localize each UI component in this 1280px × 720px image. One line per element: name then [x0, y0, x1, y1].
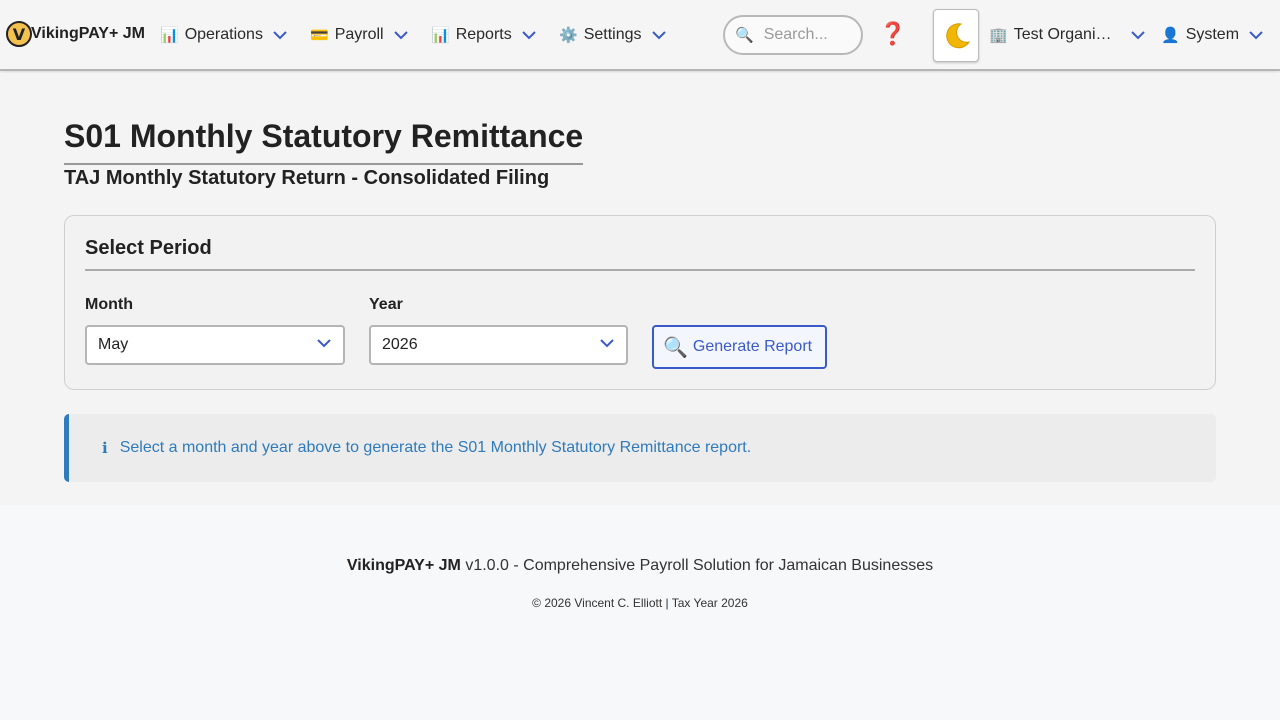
month-select-value: May: [98, 336, 129, 353]
chevron-down-icon: [1249, 30, 1263, 40]
info-alert: ℹ Select a month and year above to gener…: [64, 414, 1216, 482]
brand-name: VikingPAY+ JM: [31, 25, 145, 42]
nav-user[interactable]: 👤 System: [1161, 24, 1263, 46]
footer-tagline: v1.0.0 - Comprehensive Payroll Solution …: [465, 557, 934, 574]
search-box: 🔍: [723, 15, 863, 55]
nav-settings[interactable]: ⚙️ Settings: [559, 24, 666, 46]
select-period-card: Select Period Month May Year 2026 🔍 Gene…: [64, 215, 1216, 390]
year-label: Year: [369, 296, 403, 313]
year-select[interactable]: 2026: [369, 325, 628, 365]
chevron-down-icon: [522, 30, 536, 40]
chart-icon: 📊: [431, 26, 450, 44]
info-icon: ℹ: [102, 439, 108, 457]
footer-tagline-row: VikingPAY+ JM v1.0.0 - Comprehensive Pay…: [0, 557, 1280, 575]
page-title: S01 Monthly Statutory Remittance: [64, 118, 584, 165]
moon-icon: [946, 22, 971, 48]
chevron-down-icon: [651, 30, 666, 40]
nav-reports[interactable]: 📊 Reports: [431, 24, 536, 46]
nav-operations-label: Operations: [184, 26, 263, 43]
credit-card-icon: 💳: [310, 26, 329, 44]
chevron-down-icon: [273, 30, 287, 40]
chevron-down-icon: [600, 339, 614, 348]
year-select-value: 2026: [382, 336, 418, 353]
info-alert-message: Select a month and year above to generat…: [119, 439, 752, 456]
nav-user-label: System: [1185, 26, 1240, 43]
chevron-down-icon: [317, 339, 331, 348]
top-navbar: V VikingPAY+ JM 📊 Operations 💳 Payroll 📊…: [0, 0, 1280, 71]
month-label: Month: [85, 296, 133, 313]
chevron-down-icon: [393, 30, 408, 40]
nav-organization-label: Test Organi…: [1013, 26, 1112, 43]
page-subtitle: TAJ Monthly Statutory Return - Consolida…: [64, 167, 550, 189]
nav-payroll-label: Payroll: [334, 26, 384, 43]
card-title: Select Period: [85, 237, 1195, 271]
nav-organization[interactable]: 🏢 Test Organi…: [989, 24, 1145, 46]
chevron-down-icon: [1130, 30, 1145, 40]
search-icon: 🔍: [735, 26, 754, 44]
brand-logo-icon: V: [6, 21, 32, 47]
help-icon[interactable]: ❓: [879, 22, 906, 47]
search-input[interactable]: [763, 26, 854, 44]
footer-copyright: © 2026 Vincent C. Elliott | Tax Year 202…: [532, 596, 748, 610]
nav-settings-label: Settings: [583, 26, 642, 43]
month-select[interactable]: May: [85, 325, 345, 365]
generate-report-label: Generate Report: [692, 338, 813, 355]
nav-reports-label: Reports: [455, 26, 512, 43]
user-icon: 👤: [1161, 26, 1180, 44]
building-icon: 🏢: [989, 26, 1008, 44]
footer-brand: VikingPAY+ JM: [346, 557, 461, 574]
chart-icon: 📊: [160, 26, 179, 44]
search-icon: 🔍: [663, 335, 688, 359]
brand-link[interactable]: V VikingPAY+ JM: [6, 20, 145, 48]
nav-operations[interactable]: 📊 Operations: [160, 24, 287, 46]
generate-report-button[interactable]: 🔍 Generate Report: [652, 325, 827, 369]
gear-icon: ⚙️: [559, 26, 578, 44]
footer: VikingPAY+ JM v1.0.0 - Comprehensive Pay…: [0, 505, 1280, 720]
theme-toggle-button[interactable]: [933, 9, 979, 62]
nav-payroll[interactable]: 💳 Payroll: [310, 24, 408, 46]
